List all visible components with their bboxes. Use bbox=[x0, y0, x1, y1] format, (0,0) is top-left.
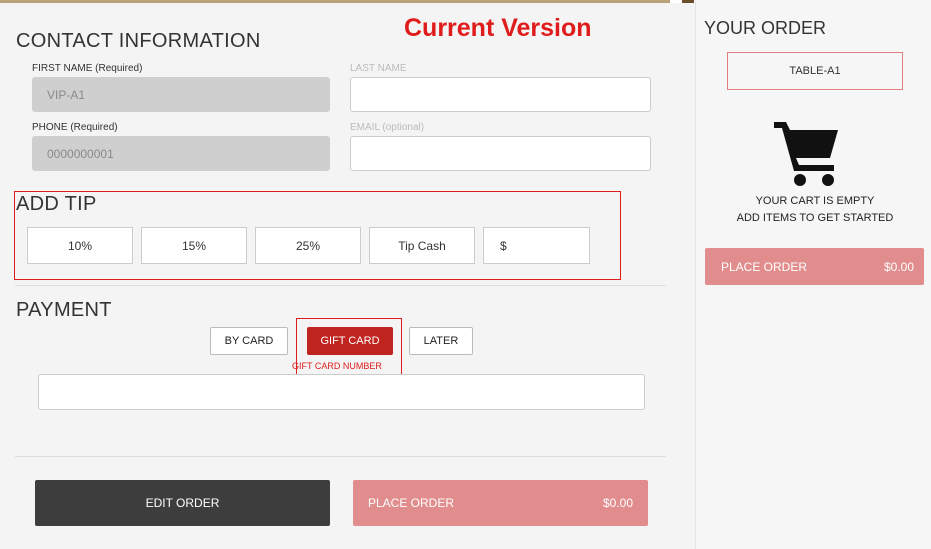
cart-empty-message: YOUR CART IS EMPTY bbox=[755, 195, 875, 207]
tip-cash-button[interactable]: Tip Cash bbox=[369, 227, 475, 264]
place-order-button[interactable]: PLACE ORDER $0.00 bbox=[353, 480, 648, 526]
table-badge: TABLE-A1 bbox=[727, 52, 903, 90]
email-label: EMAIL (optional) bbox=[350, 122, 425, 133]
sidebar-place-order-label: PLACE ORDER bbox=[721, 259, 808, 274]
last-name-field[interactable] bbox=[350, 77, 651, 112]
gift-card-number-input[interactable] bbox=[38, 374, 645, 410]
tip-15-button[interactable]: 15% bbox=[141, 227, 247, 264]
first-name-field[interactable]: VIP-A1 bbox=[32, 77, 330, 112]
contact-section-title: CONTACT INFORMATION bbox=[16, 30, 261, 52]
sidebar-place-order-button[interactable]: PLACE ORDER $0.00 bbox=[705, 248, 924, 285]
edit-order-label: EDIT ORDER bbox=[145, 496, 220, 510]
sidebar-place-order-total: $0.00 bbox=[883, 259, 914, 274]
tip-section-title: ADD TIP bbox=[16, 193, 97, 215]
last-name-label: LAST NAME bbox=[350, 63, 407, 74]
payment-section-title: PAYMENT bbox=[16, 299, 112, 321]
shopping-cart-icon bbox=[774, 122, 838, 186]
phone-field[interactable]: 0000000001 bbox=[32, 136, 330, 171]
place-order-label: PLACE ORDER bbox=[368, 496, 455, 510]
cart-empty-hint: ADD ITEMS TO GET STARTED bbox=[736, 212, 894, 224]
edit-order-button[interactable]: EDIT ORDER bbox=[35, 480, 330, 526]
dollar-sign: $ bbox=[500, 239, 507, 253]
tip-10-button[interactable]: 10% bbox=[27, 227, 133, 264]
tip-25-button[interactable]: 25% bbox=[255, 227, 361, 264]
table-label: TABLE-A1 bbox=[789, 65, 841, 77]
tip-amount-input[interactable]: $ bbox=[483, 227, 590, 264]
gift-card-number-label: GIFT CARD NUMBER bbox=[292, 361, 382, 371]
section-divider bbox=[15, 285, 666, 286]
version-banner: Current Version bbox=[404, 14, 592, 42]
footer-divider bbox=[15, 456, 666, 457]
first-name-label: FIRST NAME (Required) bbox=[32, 63, 143, 74]
your-order-title: YOUR ORDER bbox=[704, 18, 827, 38]
place-order-total: $0.00 bbox=[602, 496, 633, 510]
phone-label: PHONE (Required) bbox=[32, 122, 118, 133]
by-card-button[interactable]: BY CARD bbox=[210, 327, 288, 355]
later-button[interactable]: LATER bbox=[409, 327, 473, 355]
email-field[interactable] bbox=[350, 136, 651, 171]
